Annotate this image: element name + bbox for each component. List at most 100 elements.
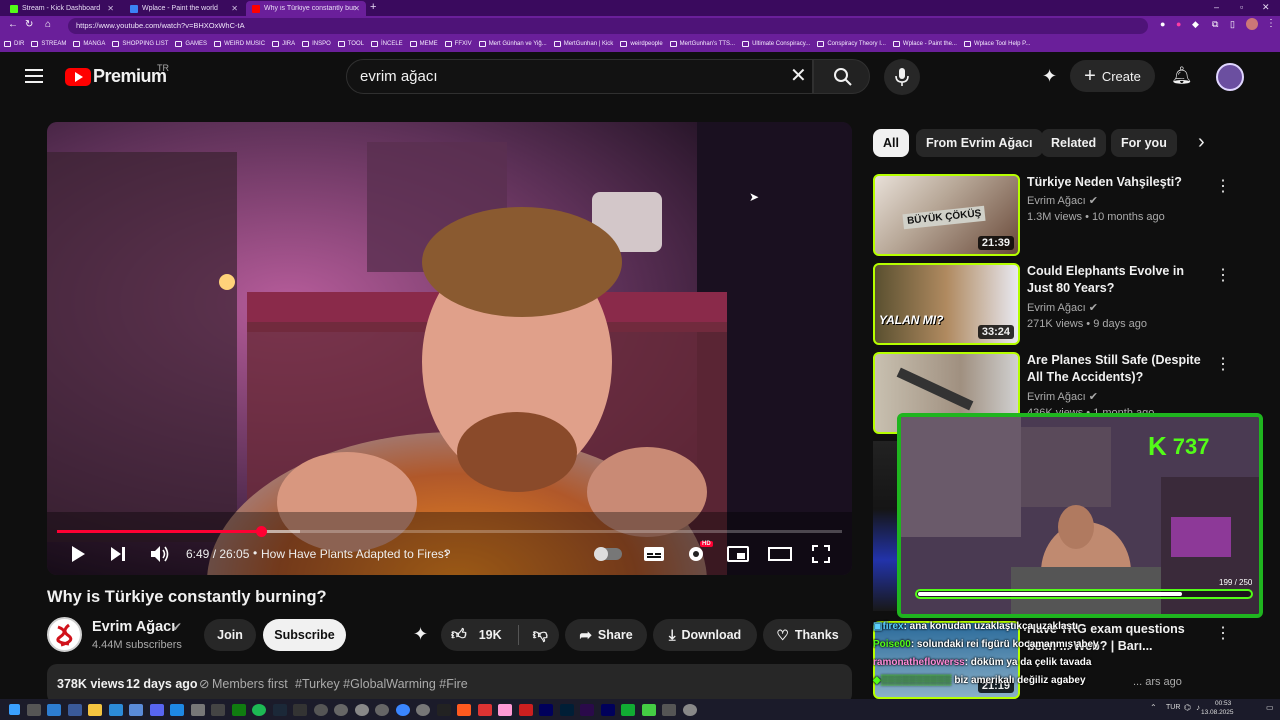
- join-button[interactable]: Join: [204, 619, 256, 651]
- input-language[interactable]: TUR: [1166, 704, 1180, 711]
- bookmark-item[interactable]: WEIRD MUSIC: [214, 41, 265, 47]
- new-tab-icon[interactable]: +: [370, 1, 376, 13]
- discord-icon[interactable]: [149, 703, 164, 716]
- minimize-icon[interactable]: –: [1214, 2, 1219, 12]
- account-avatar[interactable]: [1216, 63, 1244, 91]
- chip-from-channel[interactable]: From Evrim Ağacı: [916, 129, 1043, 157]
- like-icon[interactable]: 👍︎: [451, 626, 467, 644]
- next-icon[interactable]: [110, 546, 126, 562]
- bookmark-item[interactable]: JIRA: [272, 41, 295, 47]
- taskbar-app-icon[interactable]: [477, 703, 492, 716]
- search-input[interactable]: evrim ağacı: [346, 59, 813, 94]
- clock-time[interactable]: 00:53: [1215, 700, 1231, 707]
- bookmark-item[interactable]: Conspiracy Theory I...: [817, 41, 886, 47]
- more-options-icon[interactable]: ⋮: [1215, 623, 1231, 643]
- premiere-icon[interactable]: [580, 703, 594, 716]
- recommendation-title[interactable]: Are Planes Still Safe (Despite All The A…: [1027, 352, 1207, 386]
- video-thumbnail[interactable]: YALAN MI? 33:24: [873, 263, 1020, 345]
- bookmark-item[interactable]: Ultimate Conspiracy...: [742, 41, 810, 47]
- subscribe-button[interactable]: Subscribe: [263, 619, 346, 651]
- search-button[interactable]: [813, 59, 870, 94]
- notification-center-icon[interactable]: ▭: [1266, 703, 1274, 712]
- bookmark-item[interactable]: MANGA: [73, 41, 105, 47]
- recommendation-item[interactable]: YALAN MI? 33:24 Could Elephants Evolve i…: [873, 263, 1253, 345]
- spotify-icon[interactable]: [252, 703, 266, 716]
- taskbar-app-icon[interactable]: [682, 703, 697, 716]
- bookmark-item[interactable]: Wplace Tool Help P...: [963, 41, 1030, 47]
- bookmark-item[interactable]: FFXIV: [444, 41, 472, 47]
- chapter-chevron-icon[interactable]: ›: [444, 544, 449, 560]
- browser-tab-youtube[interactable]: Why is Türkiye constantly burnin... ✕: [246, 1, 366, 16]
- channel-name[interactable]: Evrim Ağacı: [92, 619, 175, 635]
- taskbar-app-icon[interactable]: [395, 703, 410, 716]
- back-icon[interactable]: ←: [8, 19, 18, 30]
- theater-mode-icon[interactable]: [768, 547, 792, 561]
- more-options-icon[interactable]: ⋮: [1215, 265, 1231, 285]
- taskbar-app-icon[interactable]: [129, 703, 143, 716]
- taskbar-app-icon[interactable]: [518, 703, 533, 716]
- dislike-icon[interactable]: 👎︎: [533, 626, 548, 644]
- profile-avatar[interactable]: [1246, 18, 1258, 30]
- after-effects-icon[interactable]: [539, 703, 553, 716]
- bookmark-item[interactable]: MEME: [409, 41, 438, 47]
- create-button[interactable]: + Create: [1070, 60, 1155, 92]
- taskbar-app-icon[interactable]: [108, 703, 123, 716]
- volume-icon[interactable]: [150, 545, 170, 563]
- clear-search-icon[interactable]: ✕: [790, 63, 807, 88]
- network-icon[interactable]: ⌬: [1184, 703, 1191, 712]
- bookmark-item[interactable]: GAMES: [175, 41, 207, 47]
- chip-all[interactable]: All: [873, 129, 909, 157]
- description-box[interactable]: 378K views 12 days ago ⊘ Members first #…: [47, 664, 852, 704]
- bookmark-item[interactable]: Mert Günhan ve Yiğ...: [478, 41, 547, 47]
- bookmark-item[interactable]: SHOPPING LIST: [112, 41, 168, 47]
- notifications-bell-icon[interactable]: 🔔︎: [1171, 66, 1193, 86]
- more-options-icon[interactable]: ⋮: [1215, 354, 1231, 374]
- photoshop-icon[interactable]: [559, 703, 574, 716]
- xbox-icon[interactable]: [231, 703, 246, 716]
- taskbar-app-icon[interactable]: [641, 703, 656, 716]
- recommendation-title[interactable]: Türkiye Neden Vahşileşti?: [1027, 174, 1207, 191]
- extension-icon[interactable]: ◆: [1192, 19, 1199, 30]
- taskbar-app-icon[interactable]: [354, 703, 369, 716]
- close-tab-icon[interactable]: ✕: [107, 4, 114, 13]
- taskbar-app-icon[interactable]: [190, 703, 205, 716]
- video-player[interactable]: 6:49 / 26:05 • How Have Plants Adapted t…: [47, 122, 852, 575]
- home-icon[interactable]: ⌂: [45, 19, 51, 30]
- voice-search-button[interactable]: [884, 59, 920, 95]
- share-button[interactable]: ➦ Share: [565, 619, 647, 651]
- file-explorer-icon[interactable]: [88, 703, 102, 716]
- video-thumbnail[interactable]: BÜYÜK ÇÖKÜŞ 21:39: [873, 174, 1020, 256]
- speaker-icon[interactable]: ♪: [1196, 703, 1200, 712]
- more-options-icon[interactable]: ⋮: [1215, 176, 1231, 196]
- url-field[interactable]: https://www.youtube.com/watch?v=BHXOxWhC…: [68, 18, 1148, 34]
- taskbar-app-icon[interactable]: [67, 703, 82, 716]
- thanks-button[interactable]: ♡ Thanks: [763, 619, 852, 651]
- autoplay-toggle[interactable]: [594, 547, 622, 561]
- maximize-icon[interactable]: ▫: [1240, 2, 1243, 12]
- start-windows-icon[interactable]: [9, 704, 20, 715]
- taskbar-app-icon[interactable]: [334, 703, 348, 716]
- browser-tab-kick[interactable]: Stream - Kick Dashboard ✕: [4, 1, 120, 16]
- bookmark-item[interactable]: TOOL: [337, 41, 364, 47]
- clock-date[interactable]: 13.08.2025: [1201, 709, 1234, 716]
- chips-next-chevron-icon[interactable]: ›: [1198, 131, 1205, 154]
- edge-icon[interactable]: [170, 703, 184, 716]
- fullscreen-icon[interactable]: [812, 545, 830, 563]
- premiere-pro-icon[interactable]: [600, 703, 615, 716]
- settings-gear-icon[interactable]: [686, 544, 706, 564]
- close-tab-icon[interactable]: ✕: [231, 4, 238, 13]
- bookmark-item[interactable]: MertGunhan | Kick: [553, 41, 613, 47]
- download-button[interactable]: ⤓ Download: [653, 619, 757, 651]
- bookmark-item[interactable]: weirdpeople: [620, 41, 663, 47]
- taskbar-app-icon[interactable]: [621, 703, 635, 716]
- recommendation-title[interactable]: Could Elephants Evolve in Just 80 Years?: [1027, 263, 1207, 297]
- youtube-logo-icon[interactable]: [65, 68, 91, 86]
- taskbar-app-icon[interactable]: [498, 703, 512, 716]
- seek-bar[interactable]: [57, 526, 842, 537]
- taskbar-app-icon[interactable]: [47, 703, 61, 716]
- channel-avatar[interactable]: [47, 617, 82, 652]
- ask-ai-sparkle-icon[interactable]: ✦: [413, 624, 428, 645]
- taskbar-app-icon[interactable]: [436, 703, 451, 716]
- taskbar-app-icon[interactable]: [293, 703, 307, 716]
- bookmark-item[interactable]: INSPO: [302, 41, 331, 47]
